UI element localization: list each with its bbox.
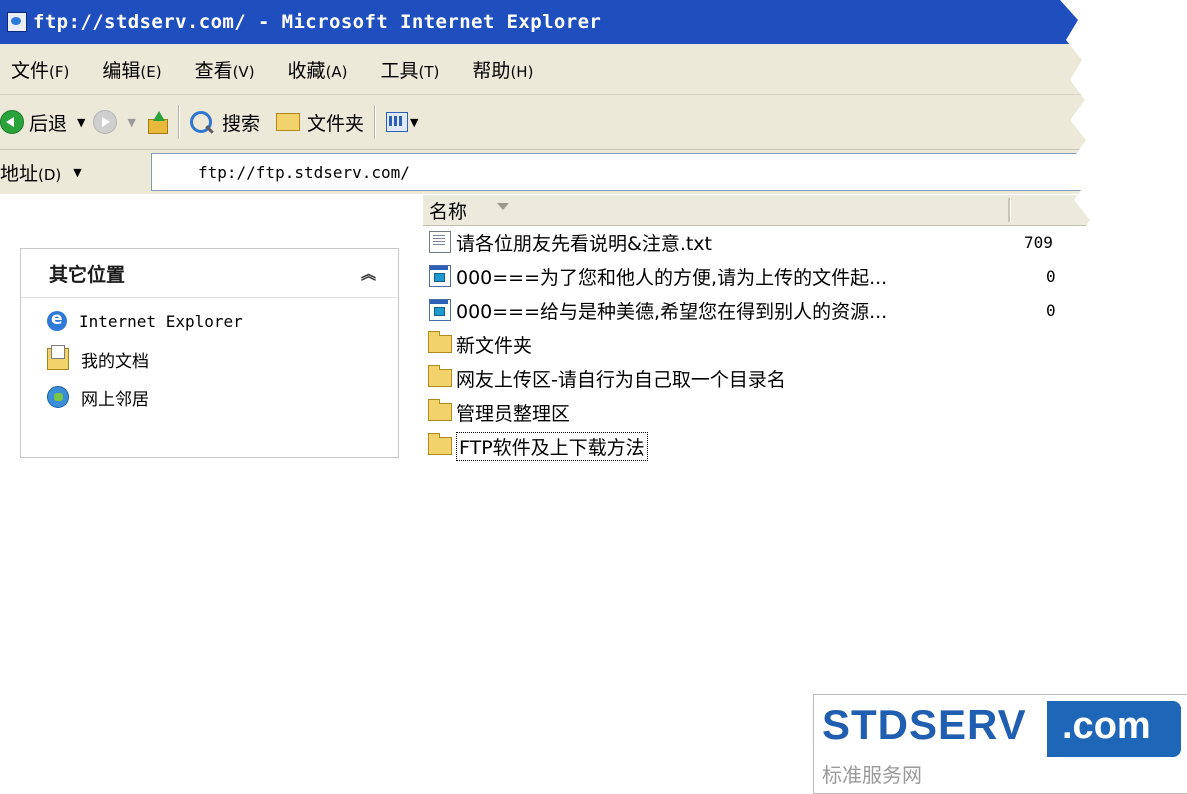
folder-icon <box>428 369 452 387</box>
file-name: 000===给与是种美德,希望您在得到别人的资源... <box>456 300 888 323</box>
place-link-my-documents[interactable]: 我的文档 <box>47 340 398 378</box>
folder-row[interactable]: 网友上传区-请自行为自己取一个目录名 <box>423 361 1187 395</box>
back-label: 后退 <box>29 112 68 135</box>
folder-name: 新文件夹 <box>456 334 533 357</box>
file-size: 0 <box>1046 266 1056 286</box>
address-dropdown-icon[interactable]: ▼ <box>73 166 81 179</box>
window-title: ftp://stdserv.com/ - Microsoft Internet … <box>33 11 602 33</box>
folders-button[interactable]: 文件夹 <box>260 109 364 136</box>
collapse-chevron-icon[interactable]: ︽ <box>361 263 376 284</box>
address-value: ftp://ftp.stdserv.com/ <box>198 162 410 182</box>
menu-file[interactable]: 文件(F) <box>11 56 69 83</box>
folder-name: FTP软件及上下载方法 <box>456 432 648 461</box>
other-places-title: 其它位置 <box>49 263 126 286</box>
file-size: 709 <box>1024 232 1053 252</box>
network-places-icon <box>47 386 69 408</box>
address-input[interactable]: ftp://ftp.stdserv.com/ <box>151 153 1187 191</box>
address-bar: 地址(D) ▼ ftp://ftp.stdserv.com/ <box>0 150 1187 194</box>
forward-dropdown-icon[interactable]: ▼ <box>127 116 135 129</box>
folder-row-selected[interactable]: FTP软件及上下载方法 <box>423 429 1187 463</box>
menu-tools[interactable]: 工具(T) <box>381 56 440 83</box>
menu-bar: 文件(F) 编辑(E) 查看(V) 收藏(A) 工具(T) 帮助(H) <box>0 44 1187 95</box>
search-label: 搜索 <box>221 112 260 135</box>
ie-window: ftp://stdserv.com/ - Microsoft Internet … <box>0 0 1187 792</box>
place-label: 网上邻居 <box>81 389 149 410</box>
ie-window-icon <box>7 12 27 32</box>
file-row[interactable]: 000===给与是种美德,希望您在得到别人的资源... 0 <box>423 293 1187 327</box>
folder-icon <box>428 403 452 421</box>
logo-tld-text: .com <box>1062 705 1151 747</box>
sort-arrow-icon <box>497 203 509 210</box>
place-label: Internet Explorer <box>79 311 243 331</box>
file-size: 0 <box>1046 300 1056 320</box>
title-bar: ftp://stdserv.com/ - Microsoft Internet … <box>0 0 1187 44</box>
file-list: 名称 请各位朋友先看说明&注意.txt 709 000===为了您和他人的方便,… <box>423 195 1187 665</box>
stdserv-logo-watermark: STDSERV .com 标准服务网 <box>813 694 1187 794</box>
menu-favorites[interactable]: 收藏(A) <box>288 56 348 83</box>
folders-label: 文件夹 <box>306 112 364 135</box>
views-dropdown-icon: ▼ <box>409 115 419 129</box>
folder-row[interactable]: 新文件夹 <box>423 327 1187 361</box>
place-label: 我的文档 <box>81 351 149 372</box>
folders-icon <box>276 113 300 131</box>
search-button[interactable]: 搜索 <box>190 109 260 136</box>
folder-name: 网友上传区-请自行为自己取一个目录名 <box>456 368 786 391</box>
standard-toolbar: 后退 ▼ ▼ 搜索 文件夹 ▼ <box>0 95 1187 150</box>
file-row[interactable]: 000===为了您和他人的方便,请为上传的文件起... 0 <box>423 259 1187 293</box>
menu-edit[interactable]: 编辑(E) <box>102 56 161 83</box>
column-divider[interactable] <box>1008 198 1011 222</box>
place-link-network-places[interactable]: 网上邻居 <box>47 378 398 416</box>
back-button[interactable]: 后退 <box>0 109 67 136</box>
back-dropdown-icon[interactable]: ▼ <box>77 116 85 129</box>
place-link-internet-explorer[interactable]: Internet Explorer <box>47 302 398 340</box>
address-label: 地址(D) <box>0 162 62 185</box>
views-button[interactable]: ▼ <box>386 112 418 132</box>
column-header-name[interactable]: 名称 <box>423 195 1187 226</box>
shortcut-file-icon <box>429 265 451 287</box>
my-documents-icon <box>47 348 69 370</box>
text-file-icon <box>429 231 451 253</box>
toolbar-separator <box>178 105 180 139</box>
folder-icon <box>428 335 452 353</box>
file-row[interactable]: 请各位朋友先看说明&注意.txt 709 <box>423 225 1187 259</box>
search-icon <box>190 111 212 133</box>
logo-brand-text: STDSERV <box>822 701 1027 748</box>
views-icon <box>386 112 408 132</box>
folder-name: 管理员整理区 <box>456 402 571 425</box>
file-name: 请各位朋友先看说明&注意.txt <box>456 232 712 255</box>
other-places-pane: 其它位置 ︽ Internet Explorer 我的文档 网上邻居 <box>20 248 399 458</box>
back-arrow-icon <box>0 110 24 134</box>
toolbar-separator <box>374 105 376 139</box>
folder-row[interactable]: 管理员整理区 <box>423 395 1187 429</box>
menu-help[interactable]: 帮助(H) <box>472 56 533 83</box>
column-name-label: 名称 <box>429 201 468 223</box>
up-folder-button[interactable] <box>148 111 168 133</box>
file-name: 000===为了您和他人的方便,请为上传的文件起... <box>456 266 888 289</box>
logo-subtitle: 标准服务网 <box>822 763 922 787</box>
ie-icon <box>47 311 67 331</box>
folder-icon <box>428 437 452 455</box>
forward-button[interactable] <box>93 110 117 134</box>
shortcut-file-icon <box>429 299 451 321</box>
other-places-header[interactable]: 其它位置 ︽ <box>21 249 398 298</box>
menu-view[interactable]: 查看(V) <box>195 56 255 83</box>
